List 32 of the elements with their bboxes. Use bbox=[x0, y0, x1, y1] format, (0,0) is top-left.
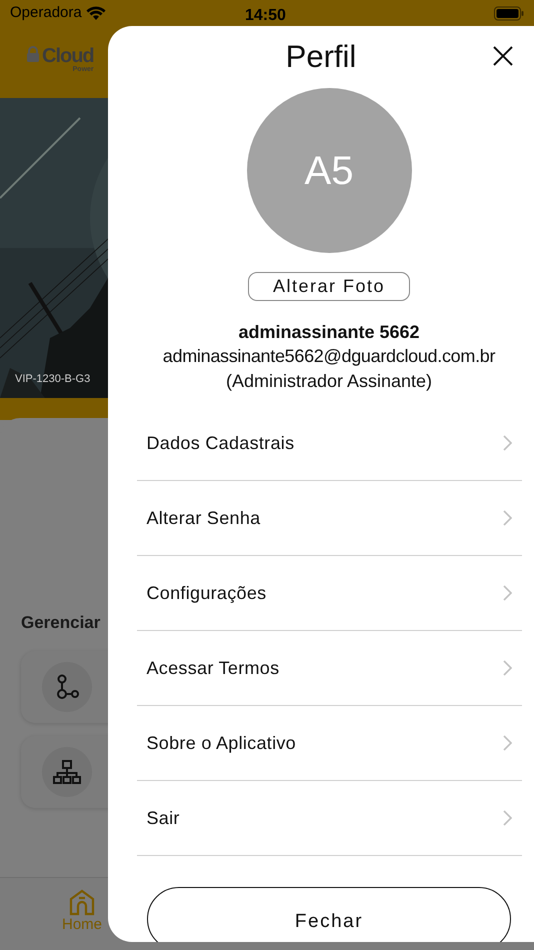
menu-item[interactable]: Dados Cadastrais bbox=[136, 406, 522, 481]
sheet-title: Perfil bbox=[286, 38, 356, 76]
change-photo-button[interactable]: Alterar Foto bbox=[248, 272, 410, 301]
close-sheet-button[interactable]: Fechar bbox=[147, 887, 511, 942]
close-icon bbox=[492, 45, 514, 67]
chevron-icon bbox=[502, 510, 512, 526]
user-name: adminassinante 5662 bbox=[238, 321, 420, 344]
logo-text: Cloud bbox=[42, 46, 94, 66]
camera-label: VIP-1230-B-G3 bbox=[15, 372, 90, 387]
chevron-icon bbox=[502, 810, 512, 826]
section-title: Gerenciar bbox=[21, 612, 102, 634]
house-icon bbox=[68, 888, 96, 916]
menu-item[interactable]: Alterar Senha bbox=[136, 481, 522, 556]
chevron-icon bbox=[502, 735, 512, 751]
menu-item[interactable]: Configurações bbox=[136, 556, 522, 631]
node-graph-icon bbox=[54, 674, 80, 700]
chevron-icon bbox=[502, 435, 512, 451]
user-role: (Administrador Assinante) bbox=[226, 370, 432, 393]
menu-item[interactable]: Sobre o Aplicativo bbox=[136, 706, 522, 781]
hierarchy-icon bbox=[53, 758, 81, 784]
avatar-initials: A5 bbox=[304, 148, 354, 194]
chevron-icon bbox=[502, 585, 512, 601]
close-button[interactable] bbox=[492, 45, 514, 67]
menu-item[interactable]: Acessar Termos bbox=[136, 631, 522, 706]
wifi-icon bbox=[86, 6, 106, 20]
user-email: adminassinante5662@dguardcloud.com.br bbox=[162, 345, 496, 368]
clock-time: 14:50 bbox=[245, 6, 286, 26]
menu-item[interactable]: Sair bbox=[136, 781, 522, 856]
chevron-icon bbox=[502, 660, 512, 676]
carrier-name: Operadora bbox=[10, 2, 82, 23]
battery-icon bbox=[494, 6, 524, 20]
padlock-icon bbox=[26, 46, 40, 62]
